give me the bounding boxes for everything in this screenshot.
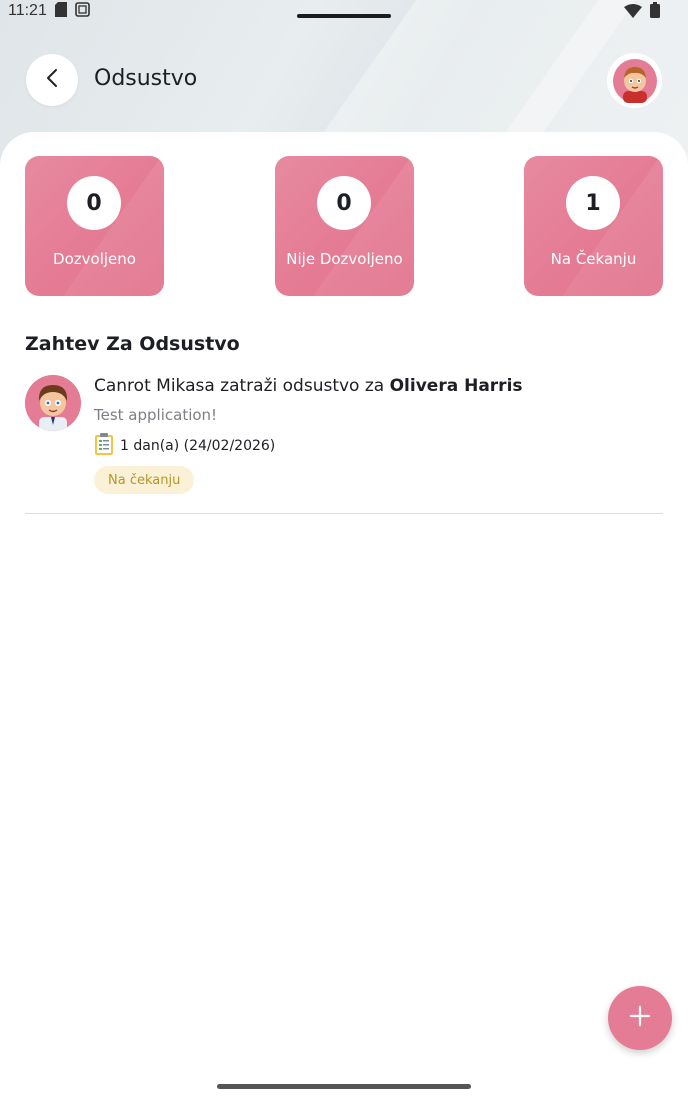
back-button[interactable]: [26, 54, 78, 106]
requester-avatar: [25, 375, 81, 431]
avatar: [612, 58, 657, 103]
home-indicator[interactable]: [217, 1084, 471, 1089]
section-title: Zahtev Za Odsustvo: [25, 333, 240, 355]
wifi-icon: [624, 3, 642, 22]
status-badge: Na čekanju: [94, 466, 195, 494]
plus-icon: [628, 1004, 652, 1032]
chevron-left-icon: [45, 68, 59, 92]
sd-card-icon: [54, 1, 67, 21]
stat-label: Dozvoljeno: [53, 250, 136, 268]
request-text: Canrot Mikasa zatraži odsustvo za: [94, 376, 390, 396]
divider: [25, 513, 663, 514]
request-duration: 1 dan(a) (24/02/2026): [94, 432, 275, 460]
employee-name: Olivera Harris: [389, 376, 523, 396]
battery-icon: [650, 2, 660, 22]
stat-label: Na Čekanju: [550, 250, 637, 268]
camera-notch: [297, 14, 391, 18]
stat-value: 0: [317, 176, 371, 230]
page-title: Odsustvo: [94, 66, 198, 91]
status-time: 11:21: [8, 2, 47, 19]
profile-avatar[interactable]: [607, 53, 662, 108]
stat-card-rejected[interactable]: 0 Nije Dozvoljeno: [275, 156, 414, 296]
stat-value: 1: [566, 176, 620, 230]
stat-label: Nije Dozvoljeno: [286, 250, 403, 268]
request-reason: Test application!: [94, 406, 218, 424]
status-right: [624, 2, 660, 22]
avatar: [25, 375, 81, 431]
stat-card-approved[interactable]: 0 Dozvoljeno: [25, 156, 164, 296]
stat-card-pending[interactable]: 1 Na Čekanju: [524, 156, 663, 296]
clipboard-icon: [94, 432, 114, 460]
screenshot-icon: [75, 1, 90, 21]
add-request-button[interactable]: [608, 986, 672, 1050]
duration-text: 1 dan(a) (24/02/2026): [120, 438, 276, 454]
request-description: Canrot Mikasa zatraži odsustvo za Oliver…: [94, 376, 523, 396]
status-bar: 11:21: [0, 0, 688, 22]
stat-value: 0: [67, 176, 121, 230]
